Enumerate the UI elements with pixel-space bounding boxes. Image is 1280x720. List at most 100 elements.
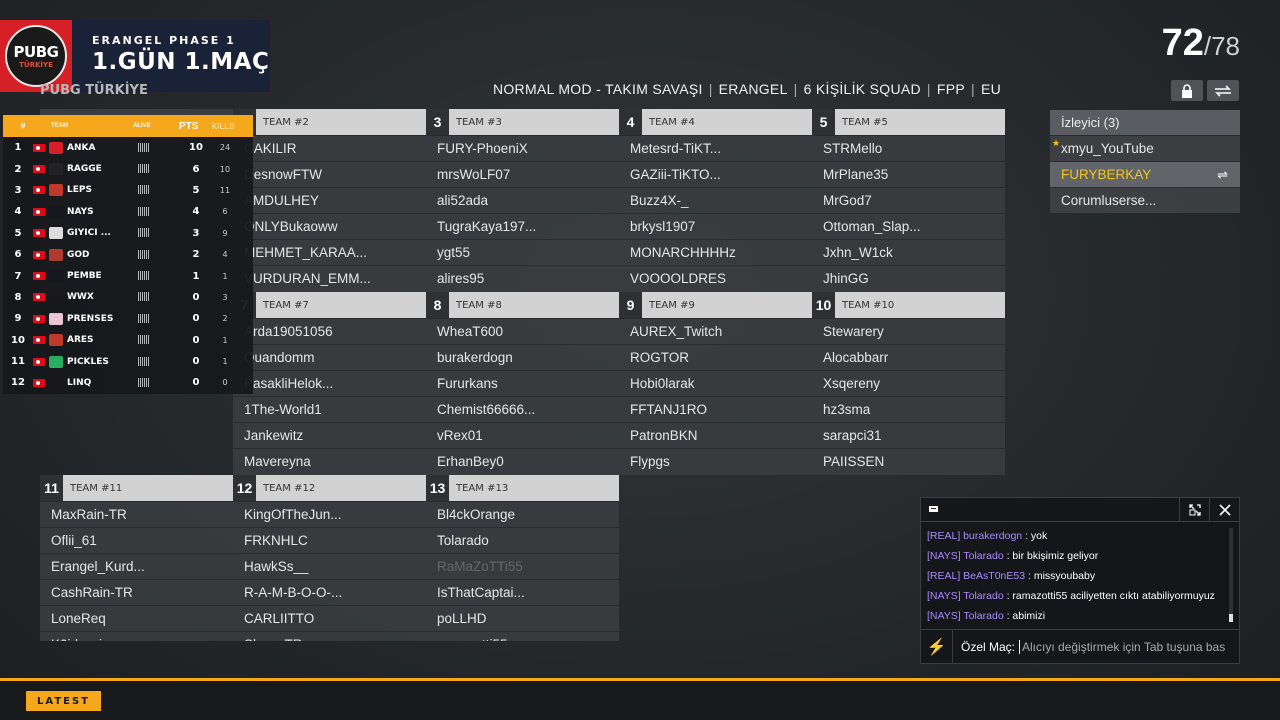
player-slot[interactable]: MaxRain-TR <box>40 501 233 527</box>
player-slot[interactable]: hz3sma <box>812 396 1005 422</box>
header-team: TEAM <box>51 123 68 129</box>
swap-button[interactable] <box>1207 80 1239 101</box>
player-slot[interactable]: CARLIITTO <box>233 605 426 631</box>
player-slot[interactable]: KingOfTheJun... <box>233 501 426 527</box>
player-slot[interactable]: K0jrlassi <box>40 631 233 641</box>
player-slot[interactable]: ali52ada <box>426 187 619 213</box>
close-chat-button[interactable] <box>1209 497 1239 522</box>
team-header[interactable]: 13 TEAM #13 <box>426 475 619 501</box>
player-slot[interactable]: FURY-PhoeniX <box>426 135 619 161</box>
logo-emblem: PUBG TÜRKİYE <box>5 25 67 87</box>
points: 4 <box>192 206 200 218</box>
player-slot[interactable]: burakerdogn <box>426 344 619 370</box>
player-slot[interactable]: Hobi0larak <box>619 370 812 396</box>
player-slot[interactable]: JhinGG <box>812 265 1005 291</box>
swap-icon[interactable]: ⇌ <box>1217 167 1228 183</box>
player-slot[interactable]: LoneReq <box>40 605 233 631</box>
player-slot[interactable]: R-A-M-B-O-O-... <box>233 579 426 605</box>
player-slot[interactable]: Bl4ckOrange <box>426 501 619 527</box>
player-slot[interactable]: GAZiii-TiKTO... <box>619 161 812 187</box>
player-slot[interactable]: Arda19051056 <box>233 318 426 344</box>
player-slot[interactable]: ROGTOR <box>619 344 812 370</box>
player-slot[interactable]: Mavereyna <box>233 448 426 474</box>
player-slot[interactable]: MrGod7 <box>812 187 1005 213</box>
player-slot[interactable]: sarapci31 <box>812 422 1005 448</box>
spectator-slot[interactable]: ★ xmyu_YouTube <box>1050 135 1240 161</box>
player-slot[interactable]: AUREX_Twitch <box>619 318 812 344</box>
player-slot[interactable]: DesnowFTW <box>233 161 426 187</box>
player-slot[interactable]: Fururkans <box>426 370 619 396</box>
player-slot[interactable]: PasakliHelok... <box>233 370 426 396</box>
lock-button[interactable] <box>1171 80 1203 101</box>
player-slot[interactable]: VOOOOLDRES <box>619 265 812 291</box>
player-slot[interactable]: Quandomm <box>233 344 426 370</box>
team-header[interactable]: 7TEAM #7 <box>233 292 426 318</box>
player-slot[interactable]: FFTANJ1RO <box>619 396 812 422</box>
team-header[interactable]: 4 TEAM #4 <box>619 109 812 135</box>
player-slot[interactable]: poLLHD <box>426 605 619 631</box>
leaderboard-row: 9 PRENSES |||||| 0 2 <box>3 308 253 329</box>
rank: 3 <box>14 184 22 196</box>
points: 0 <box>192 334 200 346</box>
chat-scrollbar[interactable] <box>1229 528 1233 622</box>
player-slot[interactable]: Buzz4X-_ <box>619 187 812 213</box>
player-slot[interactable]: Ottoman_Slap... <box>812 213 1005 239</box>
player-slot[interactable]: PAIISSEN <box>812 448 1005 474</box>
team-header[interactable]: 10 TEAM #10 <box>812 292 1005 318</box>
team-header[interactable]: 8 TEAM #8 <box>426 292 619 318</box>
player-slot[interactable]: Flypgs <box>619 448 812 474</box>
player-slot[interactable]: CashRain-TR <box>40 579 233 605</box>
player-slot[interactable]: Jankewitz <box>233 422 426 448</box>
turkey-flag-icon <box>33 143 45 152</box>
player-slot[interactable]: ONLYBukaoww <box>233 213 426 239</box>
player-slot[interactable]: CAKILIR <box>233 135 426 161</box>
player-slot[interactable]: brkysl1907 <box>619 213 812 239</box>
player-slot[interactable]: IsThatCaptai... <box>426 579 619 605</box>
spectator-header[interactable]: İzleyici (3) <box>1050 110 1240 135</box>
team-header[interactable]: 3 TEAM #3 <box>426 109 619 135</box>
player-slot[interactable]: mrsWoLF07 <box>426 161 619 187</box>
player-slot[interactable]: Metesrd-TiKT... <box>619 135 812 161</box>
player-slot[interactable]: alires95 <box>426 265 619 291</box>
player-slot[interactable]: vRex01 <box>426 422 619 448</box>
player-slot[interactable]: STRMello <box>812 135 1005 161</box>
player-slot[interactable]: Chemist66666... <box>426 396 619 422</box>
player-slot[interactable]: AMDULHEY <box>233 187 426 213</box>
player-slot[interactable]: Erangel_Kurd... <box>40 553 233 579</box>
team-header[interactable]: 12 TEAM #12 <box>233 475 426 501</box>
player-slot[interactable]: HawkSs__ <box>233 553 426 579</box>
player-slot[interactable]: PatronBKN <box>619 422 812 448</box>
expand-button[interactable] <box>1179 497 1209 522</box>
chat-input[interactable]: Alıcıyı değiştirmek için Tab tuşuna bas <box>1019 639 1225 654</box>
team-header[interactable]: 9 TEAM #9 <box>619 292 812 318</box>
player-slot[interactable]: Oflii_61 <box>40 527 233 553</box>
team-header[interactable]: 11 TEAM #11 <box>40 475 233 501</box>
player-slot[interactable]: Tolarado <box>426 527 619 553</box>
player-slot[interactable]: VURDURAN_EMM... <box>233 265 426 291</box>
player-slot[interactable]: TugraKaya197... <box>426 213 619 239</box>
player-slot[interactable]: Jxhn_W1ck <box>812 239 1005 265</box>
player-slot[interactable]: ErhanBey0 <box>426 448 619 474</box>
player-slot[interactable]: Alocabbarr <box>812 344 1005 370</box>
player-slot[interactable]: MEHMET_KARAA... <box>233 239 426 265</box>
player-slot[interactable]: 1The-World1 <box>233 396 426 422</box>
team-card-12: 12 TEAM #12 KingOfTheJun... FRKNHLC HawkSs__… <box>233 475 426 641</box>
scroll-thumb[interactable] <box>1229 614 1233 622</box>
player-slot[interactable]: Xsqereny <box>812 370 1005 396</box>
team-header[interactable]: 5 TEAM #5 <box>812 109 1005 135</box>
rank: 5 <box>14 227 22 239</box>
team-header[interactable]: 2TEAM #2 <box>233 109 426 135</box>
player-slot[interactable]: ygt55 <box>426 239 619 265</box>
player-slot[interactable]: WheaT600 <box>426 318 619 344</box>
player-slot[interactable]: RaMaZoTTi55 <box>426 553 619 579</box>
player-slot[interactable]: ramazotti55 <box>426 631 619 641</box>
alive-bars: |||||| <box>137 377 150 388</box>
player-slot[interactable]: Stewarery <box>812 318 1005 344</box>
player-slot[interactable]: FRKNHLC <box>233 527 426 553</box>
player-slot[interactable]: Sharp-TR <box>233 631 426 641</box>
chat-input-row[interactable]: ⚡ Özel Maç: Alıcıyı değiştirmek için Tab… <box>921 629 1239 664</box>
spectator-slot-selected[interactable]: FURYBERKAY ⇌ <box>1050 161 1240 187</box>
player-slot[interactable]: MONARCHHHHz <box>619 239 812 265</box>
player-slot[interactable]: MrPlane35 <box>812 161 1005 187</box>
spectator-slot[interactable]: Corumluserse... <box>1050 187 1240 213</box>
